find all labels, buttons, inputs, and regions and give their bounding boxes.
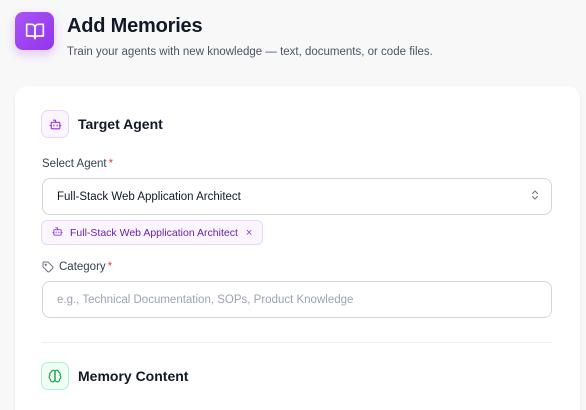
tag-icon [42, 261, 54, 273]
chip-remove-button[interactable]: × [246, 227, 252, 239]
bot-icon [41, 110, 69, 138]
chip-label: Full-Stack Web Application Architect [70, 226, 238, 239]
agent-select[interactable]: Full-Stack Web Application Architect [42, 178, 552, 215]
target-agent-title: Target Agent [78, 116, 163, 132]
agent-select-value: Full-Stack Web Application Architect [57, 190, 241, 203]
page-title: Add Memories [67, 15, 203, 37]
chevrons-up-down-icon [529, 189, 541, 204]
select-agent-label-text: Select Agent [42, 158, 107, 170]
target-agent-section-header: Target Agent [41, 110, 163, 138]
category-input[interactable] [42, 281, 552, 318]
bot-icon [52, 226, 63, 240]
section-divider [42, 342, 552, 343]
category-label: Category * [42, 261, 112, 273]
select-agent-label: Select Agent * [42, 158, 113, 170]
category-label-text: Category [59, 261, 106, 273]
add-memory-card: Target Agent Select Agent * Full-Stack We… [15, 86, 580, 410]
memory-content-section-header: Memory Content [41, 362, 188, 390]
required-marker: * [107, 261, 113, 273]
page-subtitle: Train your agents with new knowledge — t… [67, 46, 433, 58]
required-marker: * [108, 158, 114, 170]
book-open-icon [15, 12, 54, 50]
page-header: Add Memories Train your agents with new … [15, 12, 433, 58]
selected-agent-chip: Full-Stack Web Application Architect × [41, 220, 264, 245]
memory-content-title: Memory Content [78, 368, 189, 384]
brain-icon [41, 362, 69, 390]
